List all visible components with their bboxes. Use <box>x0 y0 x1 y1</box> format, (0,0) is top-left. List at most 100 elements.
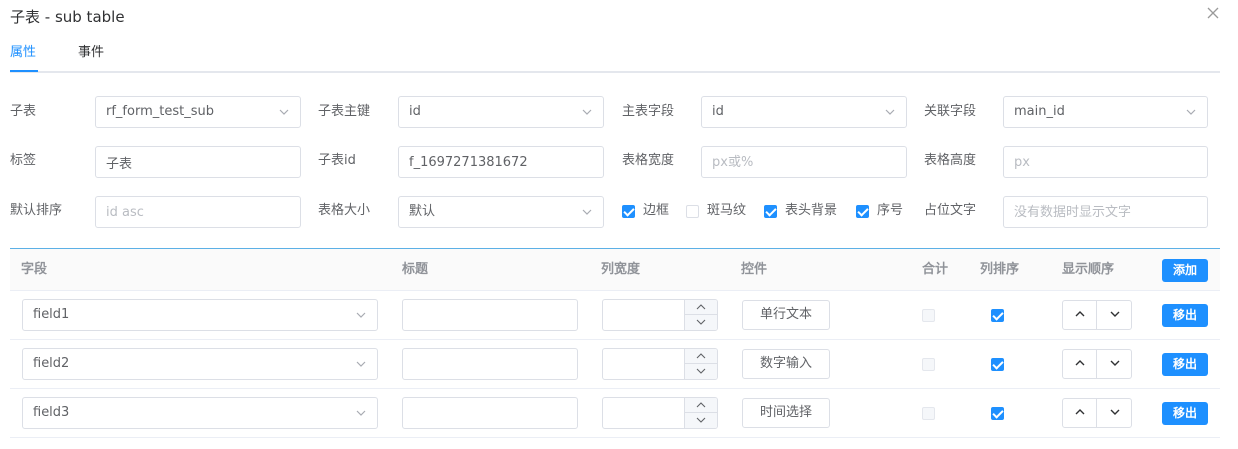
stepper-down-icon[interactable] <box>685 364 717 379</box>
main-field-select[interactable]: id <box>701 96 907 128</box>
move-up-icon[interactable] <box>1063 350 1097 378</box>
border-label: 边框 <box>643 203 670 218</box>
row-field-select[interactable]: field2 <box>22 348 378 380</box>
sub-table-select[interactable]: rf_form_test_sub <box>95 96 301 128</box>
row-sum-checkbox[interactable] <box>922 358 935 371</box>
row-title-input[interactable] <box>402 299 578 331</box>
placeholder-text[interactable] <box>1014 197 1197 227</box>
size-select[interactable]: 默认 <box>398 196 604 228</box>
remove-button[interactable]: 移出 <box>1162 353 1208 376</box>
sub-table-dialog: 子表 - sub table 属性 事件 子表 rf_form_test_sub… <box>0 0 1238 449</box>
index-checkbox[interactable] <box>856 205 869 218</box>
active-tab-indicator <box>10 70 38 72</box>
chevron-down-icon <box>582 209 592 215</box>
table-header: 字段 标题 列宽度 控件 合计 列排序 显示顺序 添加 <box>10 249 1220 291</box>
row-order-buttons <box>1062 300 1132 330</box>
move-down-icon[interactable] <box>1098 350 1132 378</box>
row-width-input[interactable] <box>602 299 718 331</box>
col-sum-header: 合计 <box>922 262 949 277</box>
fields-table: 字段 标题 列宽度 控件 合计 列排序 显示顺序 添加 field1 单行文本 … <box>10 248 1220 438</box>
sub-table-value: rf_form_test_sub <box>106 104 214 119</box>
placeholder-label: 占位文字 <box>924 203 977 218</box>
move-down-icon[interactable] <box>1098 301 1132 329</box>
row-sum-checkbox[interactable] <box>922 309 935 322</box>
index-label: 序号 <box>877 203 904 218</box>
header-bg-checkbox[interactable] <box>764 205 777 218</box>
main-field-value: id <box>712 104 724 119</box>
sub-id-input[interactable] <box>398 146 604 178</box>
stepper-up-icon[interactable] <box>685 300 717 315</box>
row-control-button[interactable]: 单行文本 <box>742 300 830 330</box>
row-title-text[interactable] <box>413 300 567 330</box>
border-checkbox[interactable] <box>622 205 635 218</box>
sub-table-label: 子表 <box>10 104 37 119</box>
table-row: field3 时间选择 移出 <box>10 389 1220 438</box>
table-row: field1 单行文本 移出 <box>10 291 1220 340</box>
row-title-input[interactable] <box>402 397 578 429</box>
row-width-input[interactable] <box>602 348 718 380</box>
row-width-input[interactable] <box>602 397 718 429</box>
width-label: 表格宽度 <box>622 153 675 168</box>
move-up-icon[interactable] <box>1063 399 1097 427</box>
stepper-down-icon[interactable] <box>685 413 717 428</box>
chevron-down-icon <box>356 312 366 318</box>
remove-button[interactable]: 移出 <box>1162 304 1208 327</box>
stripe-label: 斑马纹 <box>707 203 747 218</box>
col-control-header: 控件 <box>741 262 768 277</box>
sort-input[interactable] <box>95 196 301 228</box>
height-label: 表格高度 <box>924 153 977 168</box>
height-input[interactable] <box>1003 146 1208 178</box>
stripe-checkbox[interactable] <box>686 205 699 218</box>
table-row: field2 数字输入 移出 <box>10 340 1220 389</box>
tab-events[interactable]: 事件 <box>78 44 104 62</box>
move-up-icon[interactable] <box>1063 301 1097 329</box>
placeholder-input[interactable] <box>1003 196 1208 228</box>
width-input[interactable] <box>701 146 907 178</box>
stepper-down-icon[interactable] <box>685 315 717 330</box>
link-field-select[interactable]: main_id <box>1003 96 1208 128</box>
row-title-text[interactable] <box>413 349 567 379</box>
sort-text[interactable] <box>106 197 290 227</box>
link-field-label: 关联字段 <box>924 104 977 119</box>
link-field-value: main_id <box>1014 104 1065 119</box>
header-bg-label: 表头背景 <box>785 203 838 218</box>
row-control-button[interactable]: 时间选择 <box>742 398 830 428</box>
tag-input[interactable] <box>95 146 301 178</box>
col-order-header: 显示顺序 <box>1062 262 1115 277</box>
row-width-stepper <box>684 349 717 379</box>
row-sum-checkbox[interactable] <box>922 407 935 420</box>
size-value: 默认 <box>409 204 436 219</box>
close-icon[interactable] <box>1204 5 1222 23</box>
tag-text[interactable] <box>106 147 290 177</box>
row-order-buttons <box>1062 349 1132 379</box>
sub-id-text[interactable] <box>409 147 593 177</box>
tab-properties[interactable]: 属性 <box>10 44 36 62</box>
row-order-buttons <box>1062 398 1132 428</box>
remove-button[interactable]: 移出 <box>1162 402 1208 425</box>
row-sortable-checkbox[interactable] <box>991 309 1004 322</box>
chevron-down-icon <box>582 109 592 115</box>
col-sortable-header: 列排序 <box>980 262 1020 277</box>
row-field-select[interactable]: field1 <box>22 299 378 331</box>
sub-pk-select[interactable]: id <box>398 96 604 128</box>
row-field-value: field2 <box>33 356 70 371</box>
row-title-text[interactable] <box>413 398 567 428</box>
stepper-up-icon[interactable] <box>685 398 717 413</box>
sub-pk-label: 子表主键 <box>318 104 371 119</box>
main-field-label: 主表字段 <box>622 104 675 119</box>
add-button[interactable]: 添加 <box>1162 259 1208 282</box>
row-field-select[interactable]: field3 <box>22 397 378 429</box>
row-sortable-checkbox[interactable] <box>991 407 1004 420</box>
col-field-header: 字段 <box>21 262 48 277</box>
row-field-value: field3 <box>33 405 70 420</box>
width-text[interactable] <box>712 147 896 177</box>
row-control-button[interactable]: 数字输入 <box>742 349 830 379</box>
row-field-value: field1 <box>33 307 70 322</box>
row-sortable-checkbox[interactable] <box>991 358 1004 371</box>
row-width-stepper <box>684 300 717 330</box>
height-text[interactable] <box>1014 147 1197 177</box>
row-title-input[interactable] <box>402 348 578 380</box>
move-down-icon[interactable] <box>1098 399 1132 427</box>
stepper-up-icon[interactable] <box>685 349 717 364</box>
sub-pk-value: id <box>409 104 421 119</box>
